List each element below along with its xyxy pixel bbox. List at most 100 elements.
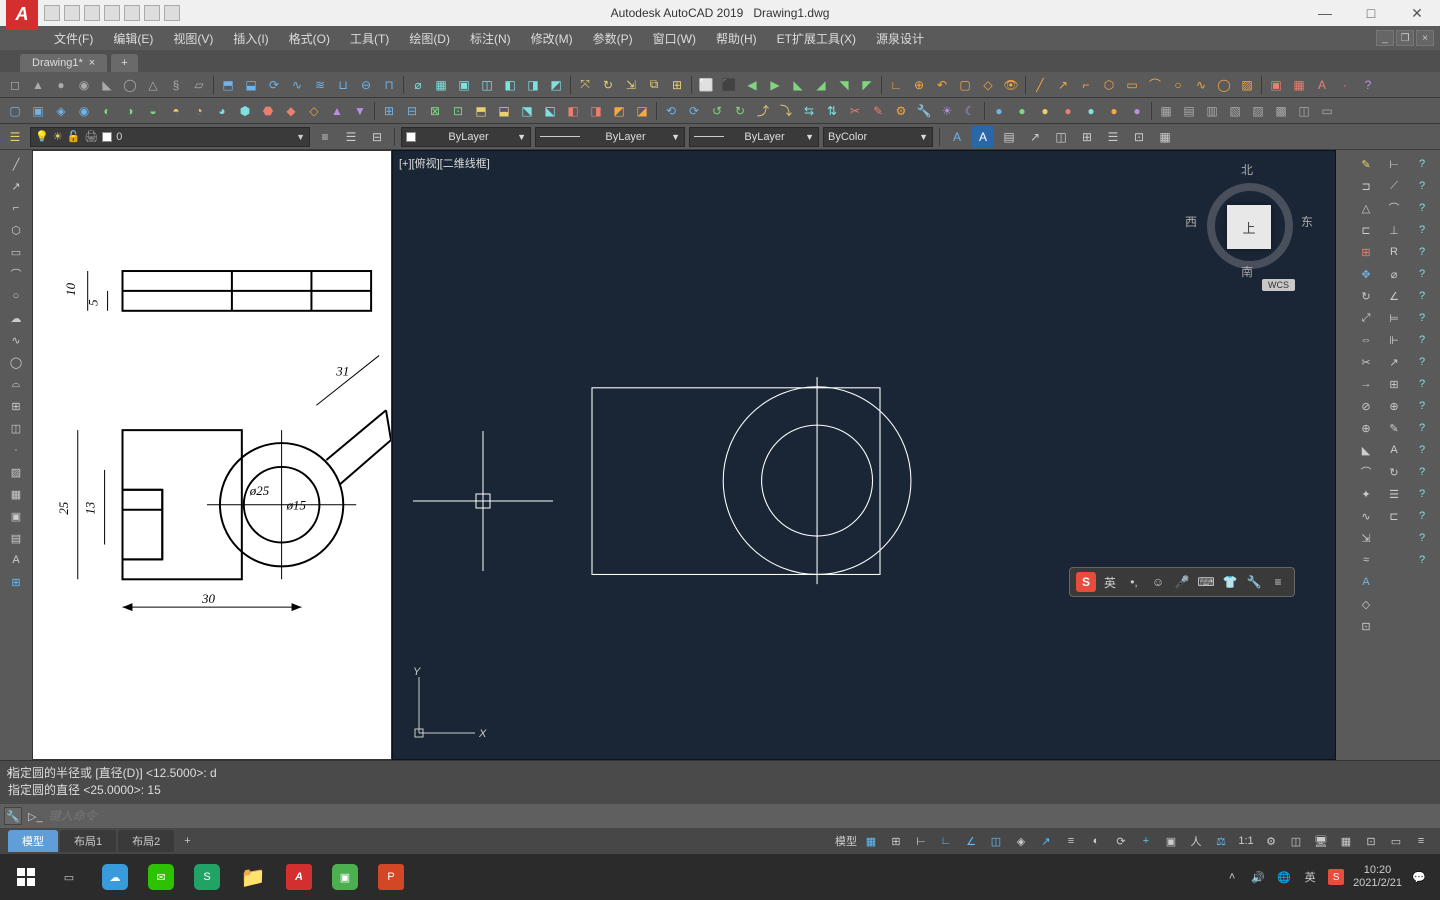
ortho-icon[interactable]: ∟ — [935, 831, 957, 851]
menu-window[interactable]: 窗口(W) — [643, 26, 706, 50]
help-icon[interactable]: ? — [1411, 506, 1433, 526]
tray-chevron-icon[interactable]: ˄ — [1223, 868, 1241, 886]
tool-table-icon[interactable]: ▦ — [1288, 74, 1310, 96]
scale-label[interactable]: 1:1 — [1235, 831, 1257, 851]
dim-ordinate-icon[interactable]: ⊥ — [1383, 220, 1405, 240]
misc-style-icon[interactable]: ▦ — [1154, 126, 1176, 148]
tray-network-icon[interactable]: 🌐 — [1275, 868, 1293, 886]
tool-box-icon[interactable]: ◻ — [4, 74, 26, 96]
viewcube-top-face[interactable]: 上 — [1227, 205, 1271, 249]
ellipse-icon[interactable]: ◯ — [5, 352, 27, 372]
tool-union-icon[interactable]: ⊔ — [332, 74, 354, 96]
misc-icon[interactable]: ◇ — [1355, 594, 1377, 614]
region-icon[interactable]: ▣ — [5, 506, 27, 526]
explode-icon[interactable]: ✦ — [1355, 484, 1377, 504]
tool-ucs-view-icon[interactable]: 👁 — [1000, 74, 1022, 96]
ime-voice-icon[interactable]: 🎤 — [1172, 572, 1192, 592]
mirror-icon[interactable]: △ — [1355, 198, 1377, 218]
point-icon[interactable]: · — [5, 440, 27, 460]
t2-icon[interactable]: ● — [1126, 100, 1148, 122]
wcs-badge[interactable]: WCS — [1262, 279, 1295, 291]
dim-arc-icon[interactable]: ⌒ — [1383, 198, 1405, 218]
t2-icon[interactable]: ● — [1034, 100, 1056, 122]
tool-line-icon[interactable]: ╱ — [1029, 74, 1051, 96]
layout-tab-2[interactable]: 布局2 — [118, 830, 174, 852]
help-icon[interactable]: ? — [1411, 484, 1433, 504]
tool-sectionplane-icon[interactable]: ◧ — [499, 74, 521, 96]
ime-toolbar[interactable]: S 英 •, ☺ 🎤 ⌨ 👕 🔧 ≡ — [1069, 567, 1295, 597]
menu-yq[interactable]: 源泉设计 — [866, 26, 934, 50]
t2-icon[interactable]: ⚙ — [890, 100, 912, 122]
help-icon[interactable]: ? — [1411, 154, 1433, 174]
menu-dimension[interactable]: 标注(N) — [460, 26, 521, 50]
help-icon[interactable]: ? — [1411, 418, 1433, 438]
cmd-history-close-icon[interactable]: × — [6, 765, 13, 782]
dimstyle-icon[interactable]: ☰ — [1383, 484, 1405, 504]
t2-icon[interactable]: ▧ — [1224, 100, 1246, 122]
tool-section-icon[interactable]: ◫ — [476, 74, 498, 96]
t2-icon[interactable]: ⇆ — [798, 100, 820, 122]
status-model[interactable]: 模型 — [835, 831, 857, 851]
hatch-icon[interactable]: ▨ — [5, 462, 27, 482]
t2-icon[interactable]: ◆ — [280, 100, 302, 122]
tool-loft-icon[interactable]: ≋ — [309, 74, 331, 96]
mleader-style-icon[interactable]: ↗ — [1024, 126, 1046, 148]
vertical-scrollbar[interactable] — [1336, 150, 1352, 760]
taskbar-app-ppt[interactable]: P — [368, 857, 414, 897]
layer-tool-icon[interactable]: ⊟ — [366, 126, 388, 148]
tool-view-front-icon[interactable]: ⬛ — [718, 74, 740, 96]
tool-ucs-icon[interactable]: ∟ — [885, 74, 907, 96]
tool-imprint-icon[interactable]: ▣ — [453, 74, 475, 96]
minimize-button[interactable]: — — [1302, 0, 1348, 26]
misc-style-icon[interactable]: ⊡ — [1128, 126, 1150, 148]
dim-angular-icon[interactable]: ∠ — [1383, 286, 1405, 306]
cmd-handle-icon[interactable]: 🔧 — [4, 807, 22, 825]
insertblock-icon[interactable]: ⊞ — [5, 396, 27, 416]
t2-icon[interactable]: ◫ — [1293, 100, 1315, 122]
break-icon[interactable]: ⊘ — [1355, 396, 1377, 416]
tool-thicken-icon[interactable]: ▦ — [430, 74, 452, 96]
dim-baseline-icon[interactable]: ⊨ — [1383, 308, 1405, 328]
tool-cylinder-icon[interactable]: ◉ — [73, 74, 95, 96]
tool-ucs-obj-icon[interactable]: ◇ — [977, 74, 999, 96]
ime-emoji-icon[interactable]: ☺ — [1148, 572, 1168, 592]
t2-icon[interactable]: ● — [1057, 100, 1079, 122]
tool-sweep-icon[interactable]: ∿ — [286, 74, 308, 96]
dim-aligned-icon[interactable]: ⟋ — [1383, 176, 1405, 196]
layout-tab-add[interactable]: + — [176, 832, 198, 850]
misc-style-icon[interactable]: ◫ — [1050, 126, 1072, 148]
tool-sphere-icon[interactable]: ● — [50, 74, 72, 96]
tool-rectangle-icon[interactable]: ▭ — [1121, 74, 1143, 96]
ime-tool-icon[interactable]: 🔧 — [1244, 572, 1264, 592]
polar-icon[interactable]: ∠ — [960, 831, 982, 851]
ime-keyboard-icon[interactable]: ⌨ — [1196, 572, 1216, 592]
tool-polyline-icon[interactable]: ⌐ — [1075, 74, 1097, 96]
t2-icon[interactable]: ◧ — [562, 100, 584, 122]
qat-plot-icon[interactable] — [124, 5, 140, 21]
qdim-icon[interactable]: ⊏ — [1383, 506, 1405, 526]
sogou-icon[interactable]: S — [1076, 572, 1096, 592]
command-history[interactable]: × 指定圆的半径或 [直径(D)] <12.5000>: d 指定圆的直径 <2… — [0, 761, 1440, 804]
revcloud-icon[interactable]: ☁ — [5, 308, 27, 328]
tolerance-icon[interactable]: ⊞ — [1383, 374, 1405, 394]
tool-spline-icon[interactable]: ∿ — [1190, 74, 1212, 96]
t2-icon[interactable]: 🔧 — [913, 100, 935, 122]
tray-speaker-icon[interactable]: 🔊 — [1249, 868, 1267, 886]
t2-icon[interactable]: ◪ — [631, 100, 653, 122]
tool-3drotate-icon[interactable]: ↻ — [597, 74, 619, 96]
t2-icon[interactable]: ▲ — [326, 100, 348, 122]
help-icon[interactable]: ? — [1411, 396, 1433, 416]
dimupdate-icon[interactable]: ↻ — [1383, 462, 1405, 482]
t2-icon[interactable]: ▣ — [27, 100, 49, 122]
trim-icon[interactable]: ✂ — [1355, 352, 1377, 372]
menu-modify[interactable]: 修改(M) — [521, 26, 583, 50]
scale-icon[interactable]: ⤢ — [1355, 308, 1377, 328]
qat-new-icon[interactable] — [44, 5, 60, 21]
dim-continue-icon[interactable]: ⊩ — [1383, 330, 1405, 350]
help-icon[interactable]: ? — [1411, 330, 1433, 350]
workspace-icon[interactable]: ◫ — [1285, 831, 1307, 851]
viewcube[interactable]: 上 北 南 西 东 WCS — [1195, 161, 1305, 291]
t2-icon[interactable]: ▭ — [1316, 100, 1338, 122]
menu-view[interactable]: 视图(V) — [163, 26, 223, 50]
tool-slice-icon[interactable]: ⌀ — [407, 74, 429, 96]
